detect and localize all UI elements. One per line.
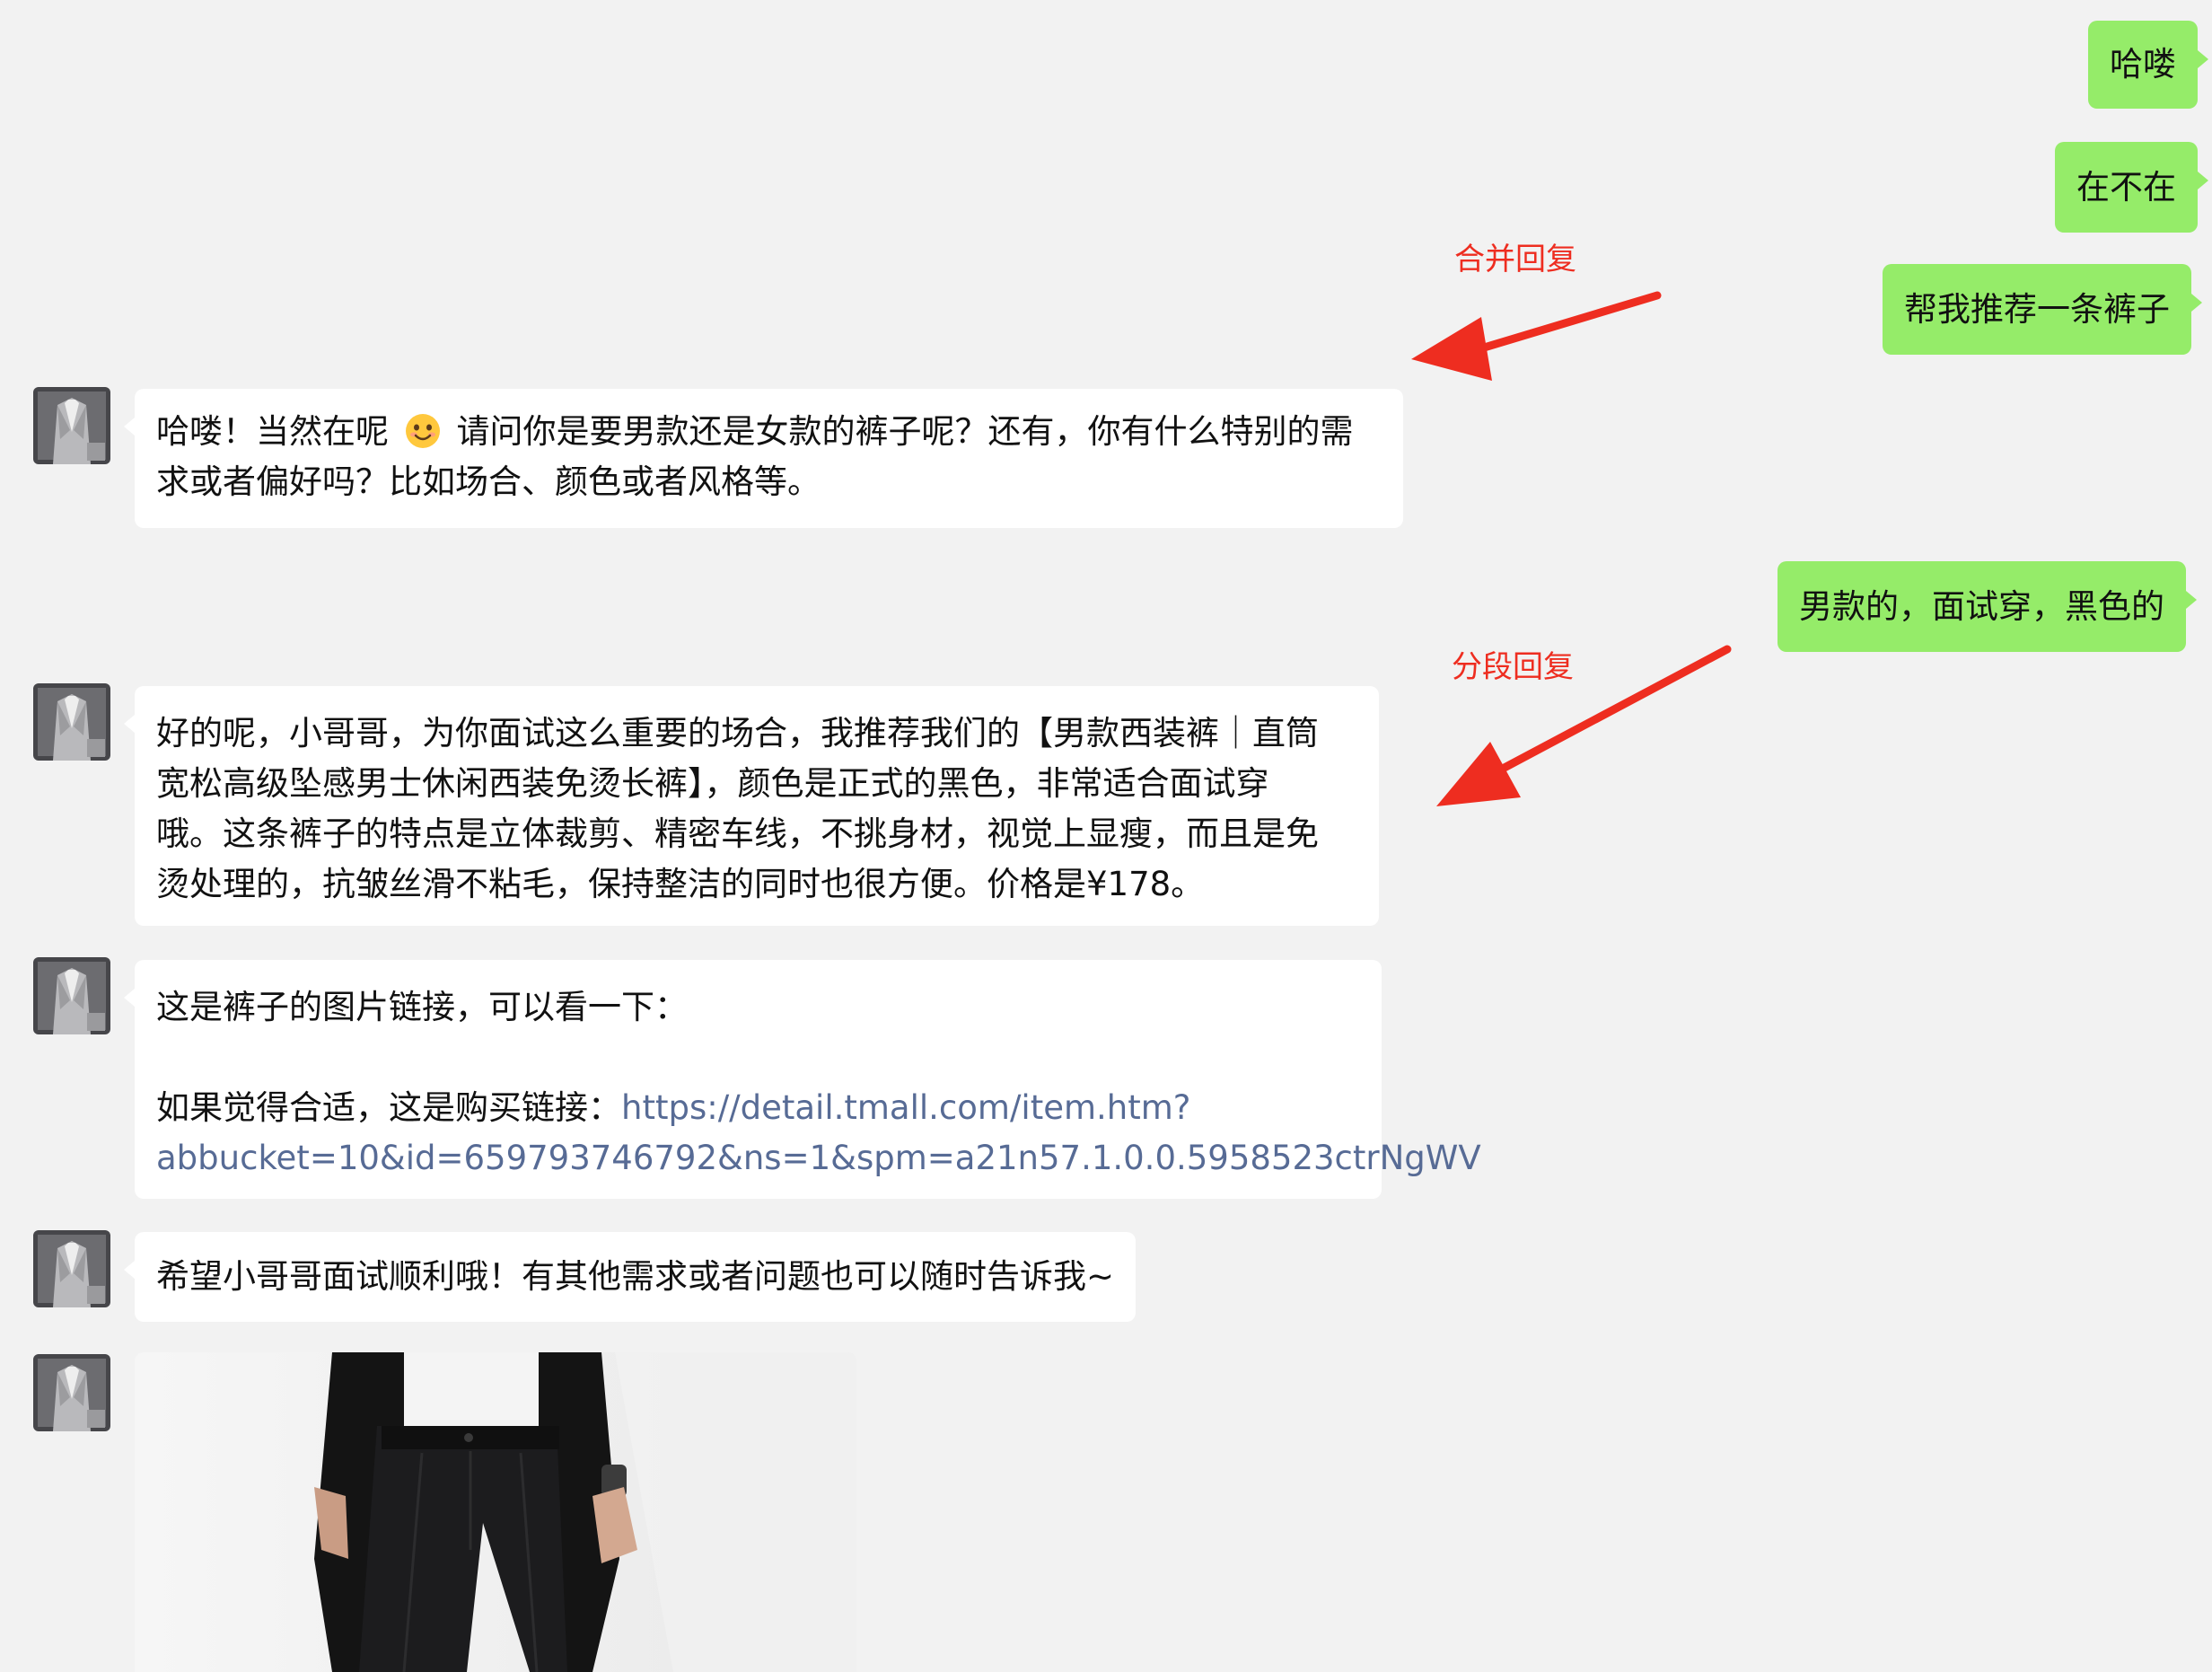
purchase-link[interactable]: https://detail.tmall.com/item.htm? (621, 1088, 1190, 1127)
recommendation-line: 烫处理的，抗皱丝滑不粘毛，保持整洁的同时也很方便。价格是¥178。 (156, 865, 1205, 903)
avatar[interactable] (33, 1230, 110, 1307)
recommendation-line: 哦。这条裤子的特点是立体裁剪、精密车线，不挑身材，视觉上显瘦，而且是免 (156, 814, 1319, 853)
avatar[interactable] (33, 387, 110, 464)
annotation-merge-reply: 合并回复 (1454, 242, 1576, 277)
reply-message-greeting[interactable]: 哈喽！当然在呢 请问你是要男款还是女款的裤子呢？还有，你有什么特别的需 求或者偏… (124, 389, 1403, 528)
purchase-link-continued[interactable]: abbucket=10&id=659793746792&ns=1&spm=a21… (156, 1133, 1481, 1184)
recommendation-line: 宽松高级坠感男士休闲西装免烫长裤】，颜色是正式的黑色，非常适合面试穿 (156, 764, 1269, 803)
suit-avatar-icon (33, 683, 110, 761)
suit-avatar-icon (33, 387, 110, 464)
avatar[interactable] (33, 1354, 110, 1431)
reply-greeting-line-1: 哈喽！当然在呢 请问你是要男款还是女款的裤子呢？还有，你有什么特别的需 (156, 412, 1354, 451)
black-dress-pants-image (135, 1352, 856, 1672)
reply-message-good-luck[interactable]: 希望小哥哥面试顺利哦！有其他需求或者问题也可以随时告诉我~ (123, 1232, 1137, 1322)
product-image[interactable] (135, 1352, 856, 1672)
reply-greeting-line-2: 求或者偏好吗？比如场合、颜色或者风格等。 (156, 462, 821, 501)
image-link-text: 这是裤子的图片链接，可以看一下： (156, 988, 688, 1026)
sent-message-are-you-there[interactable]: 在不在 (2055, 142, 2208, 233)
sent-message-hello[interactable]: 哈喽 (2088, 21, 2208, 109)
merge-reply-arrow (1411, 291, 1662, 381)
avatar[interactable] (33, 683, 110, 761)
recommendation-line: 好的呢，小哥哥，为你面试这么重要的场合，我推荐我们的【男款西装裤｜直筒 (156, 714, 1319, 752)
avatar[interactable] (33, 957, 110, 1034)
annotation-segment-reply: 分段回复 (1452, 649, 1574, 685)
purchase-link-line-1: 如果觉得合适，这是购买链接：https://detail.tmall.com/i… (156, 1088, 1191, 1127)
reply-message-purchase-link[interactable]: 这是裤子的图片链接，可以看一下： 如果觉得合适，这是购买链接：https://d… (124, 960, 1481, 1199)
suit-avatar-icon (33, 1354, 110, 1431)
suit-avatar-icon (33, 957, 110, 1034)
sent-message-male-interview-black[interactable]: 男款的，面试穿，黑色的 (1778, 561, 2197, 652)
smiling-face-emoji-icon (405, 414, 440, 448)
suit-avatar-icon (33, 1230, 110, 1307)
reply-message-recommendation[interactable]: 好的呢，小哥哥，为你面试这么重要的场合，我推荐我们的【男款西装裤｜直筒 宽松高级… (124, 686, 1379, 926)
sent-message-recommend-pants[interactable]: 帮我推荐一条裤子 (1883, 264, 2202, 355)
